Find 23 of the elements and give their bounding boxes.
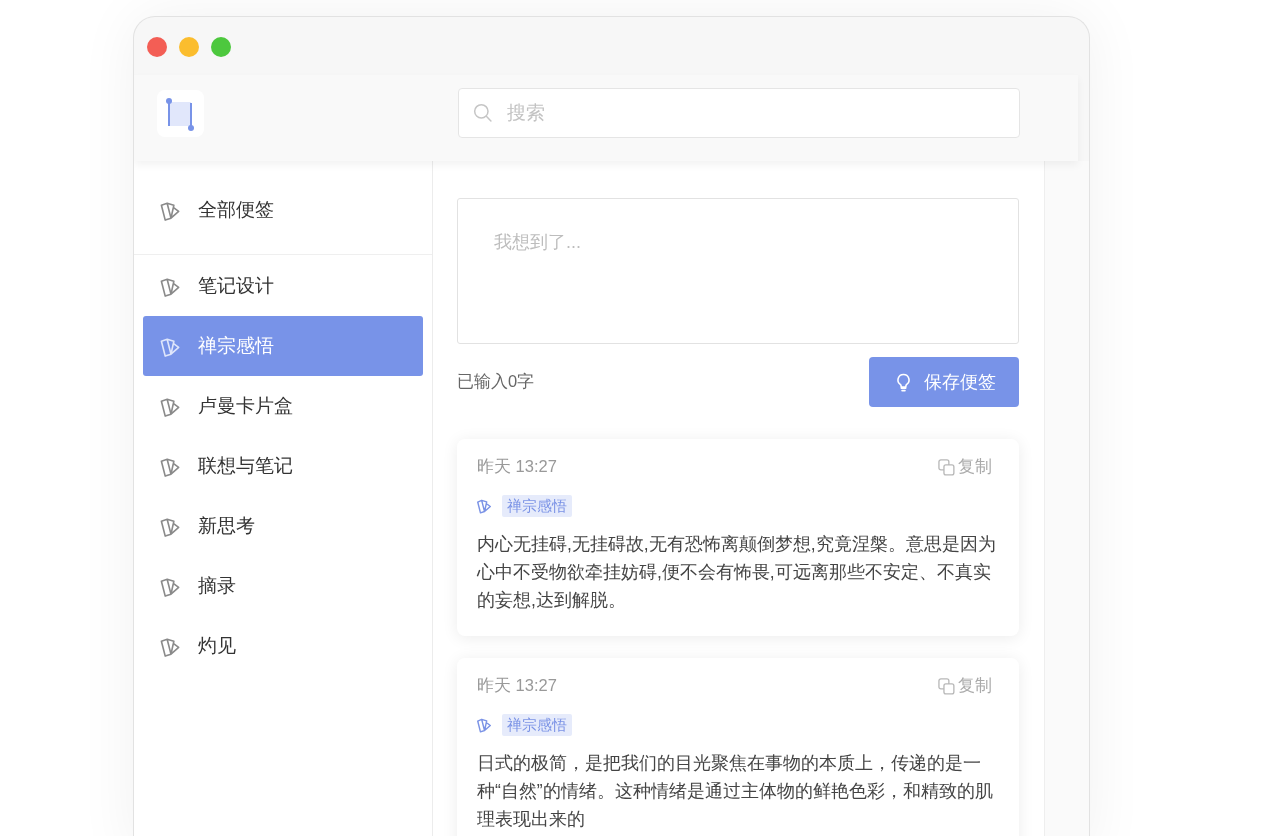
minimize-button[interactable] bbox=[179, 37, 199, 57]
cards-icon bbox=[477, 717, 491, 733]
sidebar-item[interactable]: 全部便签 bbox=[143, 180, 423, 240]
note-text: 日式的极简，是把我们的目光聚焦在事物的本质上，传递的是一种“自然”的情绪。这种情绪是通过主体物的鲜艳色彩，和精致的肌理表现出来的 bbox=[477, 752, 994, 831]
close-button[interactable] bbox=[147, 37, 167, 57]
sidebar-item[interactable]: 联想与笔记 bbox=[143, 436, 423, 496]
maximize-button[interactable] bbox=[211, 37, 231, 57]
app-logo-icon bbox=[157, 90, 204, 137]
search-icon bbox=[473, 103, 493, 123]
sidebar-item[interactable]: 新思考 bbox=[143, 496, 423, 556]
sidebar-item[interactable]: 卢曼卡片盒 bbox=[143, 376, 423, 436]
note-time: 昨天 13:27 bbox=[477, 456, 557, 477]
search-field[interactable]: 搜索 bbox=[458, 88, 1020, 138]
note-input-field[interactable]: 我想到了... bbox=[457, 198, 1019, 344]
cards-icon bbox=[477, 498, 491, 514]
sidebar-item[interactable]: 笔记设计 bbox=[143, 256, 423, 316]
sidebar-item[interactable]: 灼见 bbox=[143, 616, 423, 676]
copy-icon bbox=[938, 458, 955, 476]
note-text: 内心无挂碍,无挂碍故,无有恐怖离颠倒梦想,究竟涅槃。意思是因为心中不受物欲牵挂妨碍,便不会有怖畏,可远离那些不安定、不真实的妄想,达到解脱。 bbox=[477, 533, 997, 612]
char-count: 已输入0字 bbox=[457, 371, 535, 392]
note-time: 昨天 13:27 bbox=[477, 675, 557, 696]
sidebar-item[interactable]: 摘录 bbox=[143, 556, 423, 616]
copy-icon bbox=[938, 677, 955, 695]
